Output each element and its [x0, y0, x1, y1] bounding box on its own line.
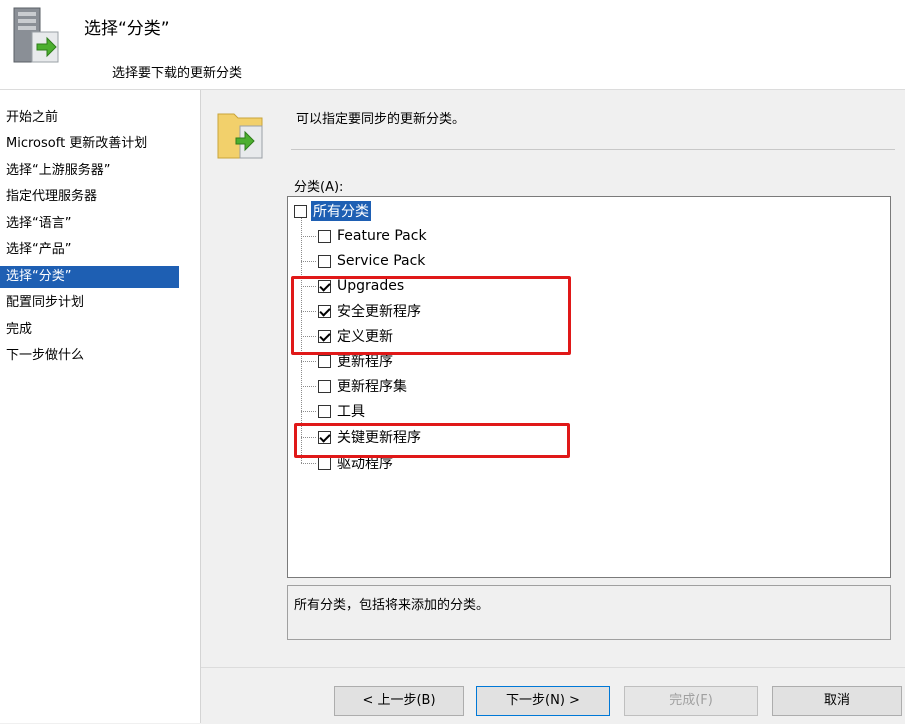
checkbox[interactable] — [318, 354, 331, 368]
checkbox[interactable] — [294, 204, 307, 218]
server-sync-icon — [13, 7, 59, 63]
cancel-button[interactable]: 取消 — [772, 686, 902, 716]
tree-item-update-rollups[interactable]: 更新程序集 — [318, 376, 409, 396]
sidebar-item-whats-next[interactable]: 下一步做什么 — [0, 345, 179, 367]
description-text: 所有分类，包括将来添加的分类。 — [294, 598, 490, 613]
sidebar-item-classifications[interactable]: 选择“分类” — [0, 266, 179, 288]
checkbox[interactable] — [318, 229, 331, 243]
tree-connector — [301, 236, 316, 237]
tree-item-label: Service Pack — [337, 253, 426, 269]
tree-connector — [301, 411, 316, 412]
sidebar-item-languages[interactable]: 选择“语言” — [0, 213, 179, 235]
page-description: 可以指定要同步的更新分类。 — [296, 112, 466, 127]
finish-button[interactable]: 完成(F) — [624, 686, 758, 716]
tree-item-label: 更新程序集 — [337, 379, 407, 395]
tree-connector — [301, 386, 316, 387]
tree-item-label: 所有分类 — [311, 201, 371, 221]
checkbox[interactable] — [318, 379, 331, 393]
sidebar-item-upstream-server[interactable]: 选择“上游服务器” — [0, 160, 179, 182]
tree-item-label: Feature Pack — [337, 228, 427, 244]
tree-item-service-pack[interactable]: Service Pack — [318, 251, 427, 271]
sidebar-item-improvement-program[interactable]: Microsoft 更新改善计划 — [0, 133, 179, 155]
classifications-label: 分类(A): — [294, 180, 344, 195]
tree-item-tools[interactable]: 工具 — [318, 401, 367, 421]
classification-description: 所有分类，包括将来添加的分类。 — [287, 585, 891, 640]
page-subtitle: 选择要下载的更新分类 — [112, 66, 243, 81]
classifications-tree[interactable]: 所有分类 Feature Pack Service Pack Upgrades … — [287, 196, 891, 578]
tree-item-label: 工具 — [337, 404, 365, 420]
tree-connector — [301, 463, 316, 464]
tree-item-feature-pack[interactable]: Feature Pack — [318, 226, 429, 246]
next-button[interactable]: 下一步(N) > — [476, 686, 610, 716]
tree-connector — [301, 361, 316, 362]
annotation-box — [294, 423, 570, 458]
sidebar-item-before-you-begin[interactable]: 开始之前 — [0, 107, 179, 129]
wizard-header: 选择“分类” 选择要下载的更新分类 — [0, 0, 905, 90]
tree-item-all-classifications[interactable]: 所有分类 — [294, 201, 371, 221]
back-button[interactable]: < 上一步(B) — [334, 686, 464, 716]
sidebar-item-proxy-server[interactable]: 指定代理服务器 — [0, 186, 179, 208]
checkbox[interactable] — [318, 456, 331, 470]
divider — [291, 149, 895, 150]
checkbox[interactable] — [318, 254, 331, 268]
folder-sync-icon — [217, 113, 263, 159]
wizard-steps-sidebar: 开始之前 Microsoft 更新改善计划 选择“上游服务器” 指定代理服务器 … — [0, 90, 201, 723]
sidebar-item-finished[interactable]: 完成 — [0, 319, 179, 341]
checkbox[interactable] — [318, 404, 331, 418]
page-title: 选择“分类” — [84, 19, 170, 39]
sidebar-item-products[interactable]: 选择“产品” — [0, 239, 179, 261]
sidebar-item-sync-schedule[interactable]: 配置同步计划 — [0, 292, 179, 314]
tree-connector — [301, 261, 316, 262]
annotation-box — [291, 276, 571, 355]
